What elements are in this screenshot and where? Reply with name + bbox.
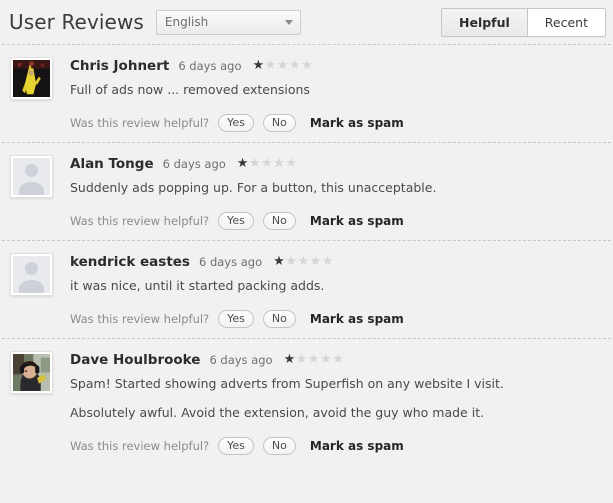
review-meta: kendrick eastes 6 days ago ★ ★ ★ ★ ★ [70, 253, 613, 270]
star-empty-icon: ★ [297, 254, 310, 269]
review-item: Alan Tonge 6 days ago ★ ★ ★ ★ ★ Suddenly ads po… [0, 143, 613, 240]
avatar [10, 351, 53, 394]
review-timestamp: 6 days ago [178, 58, 242, 73]
avatar [10, 57, 53, 100]
star-filled-icon: ★ [252, 58, 265, 73]
avatar [10, 155, 53, 198]
language-select[interactable]: English [155, 9, 301, 35]
helpful-no-button[interactable]: No [262, 309, 296, 328]
chevron-down-icon [284, 19, 293, 25]
mark-as-spam-link[interactable]: Mark as spam [310, 312, 404, 326]
review-body: Chris Johnert 6 days ago ★ ★ ★ ★ ★ Full of ads … [70, 56, 613, 132]
avatar [10, 253, 53, 296]
review-text: Suddenly ads popping up. For a button, t… [70, 180, 437, 195]
star-empty-icon: ★ [320, 352, 333, 367]
helpful-row: Was this review helpful? Yes No Mark as spa… [70, 436, 613, 455]
star-empty-icon: ★ [288, 58, 302, 73]
review-meta: Dave Houlbrooke 6 days ago ★ ★ ★ ★ ★ [70, 351, 613, 368]
helpful-no-button[interactable]: No [262, 211, 296, 230]
review-item: Dave Houlbrooke 6 days ago ★ ★ ★ ★ ★ Spam! Star… [0, 339, 613, 465]
page-title: User Reviews [9, 10, 144, 34]
review-author[interactable]: Dave Houlbrooke [70, 352, 200, 368]
helpful-question: Was this review helpful? [70, 115, 210, 130]
helpful-row: Was this review helpful? Yes No Mark as spa… [70, 309, 613, 328]
star-empty-icon: ★ [321, 254, 334, 269]
review-list: Chris Johnert 6 days ago ★ ★ ★ ★ ★ Full of ads … [0, 45, 613, 465]
helpful-yes-button[interactable]: Yes [218, 211, 254, 230]
review-timestamp: 6 days ago [209, 352, 273, 367]
star-rating: ★ ★ ★ ★ ★ [252, 59, 313, 72]
mark-as-spam-link[interactable]: Mark as spam [310, 116, 404, 130]
helpful-yes-button[interactable]: Yes [218, 113, 254, 132]
star-empty-icon: ★ [307, 352, 321, 367]
avatar-image [13, 60, 50, 97]
review-text: Full of ads now ... removed extensions [70, 82, 310, 97]
helpful-yes-button[interactable]: Yes [218, 309, 254, 328]
star-empty-icon: ★ [332, 352, 345, 367]
review-meta: Alan Tonge 6 days ago ★ ★ ★ ★ ★ [70, 155, 613, 172]
review-text: it was nice, until it started packing ad… [70, 278, 325, 293]
star-empty-icon: ★ [261, 156, 274, 171]
sort-recent-button[interactable]: Recent [526, 8, 605, 36]
star-empty-icon: ★ [276, 58, 289, 73]
review-item: kendrick eastes 6 days ago ★ ★ ★ ★ ★ it was nic… [0, 241, 613, 338]
star-filled-icon: ★ [283, 352, 296, 367]
review-body: Dave Houlbrooke 6 days ago ★ ★ ★ ★ ★ Spam! Star… [70, 350, 613, 455]
review-author[interactable]: kendrick eastes [70, 254, 190, 270]
star-empty-icon: ★ [309, 254, 322, 269]
review-timestamp: 6 days ago [198, 254, 263, 269]
helpful-row: Was this review helpful? Yes No Mark as spa… [70, 211, 613, 230]
helpful-no-button[interactable]: No [262, 113, 296, 132]
helpful-question: Was this review helpful? [70, 311, 210, 326]
review-author[interactable]: Alan Tonge [70, 156, 154, 172]
review-body: kendrick eastes 6 days ago ★ ★ ★ ★ ★ it was nic… [70, 252, 613, 328]
helpful-yes-button[interactable]: Yes [218, 436, 254, 455]
star-empty-icon: ★ [264, 58, 277, 73]
review-meta: Chris Johnert 6 days ago ★ ★ ★ ★ ★ [70, 57, 613, 74]
helpful-no-button[interactable]: No [262, 436, 296, 455]
mark-as-spam-link[interactable]: Mark as spam [310, 439, 404, 453]
star-empty-icon: ★ [301, 58, 314, 73]
helpful-question: Was this review helpful? [70, 438, 210, 453]
sort-toggle-group: Helpful Recent [441, 7, 606, 37]
avatar-image [13, 158, 50, 195]
review-timestamp: 6 days ago [162, 156, 226, 171]
star-filled-icon: ★ [236, 156, 249, 171]
review-body: Alan Tonge 6 days ago ★ ★ ★ ★ ★ Suddenly ads po… [70, 154, 613, 230]
language-select-value: English [164, 15, 209, 29]
review-author[interactable]: Chris Johnert [70, 58, 169, 74]
star-rating: ★ ★ ★ ★ ★ [273, 255, 334, 268]
user-reviews-page: User Reviews English Helpful Recent Chri… [0, 0, 613, 503]
reviews-header: User Reviews English Helpful Recent [0, 0, 613, 44]
star-empty-icon: ★ [295, 352, 308, 367]
star-empty-icon: ★ [285, 156, 298, 171]
star-rating: ★ ★ ★ ★ ★ [237, 157, 298, 170]
review-text: Spam! Started showing adverts from Super… [70, 376, 504, 391]
star-filled-icon: ★ [273, 254, 286, 269]
sort-helpful-button[interactable]: Helpful [442, 8, 527, 36]
avatar-image [13, 256, 50, 293]
mark-as-spam-link[interactable]: Mark as spam [310, 214, 404, 228]
star-rating: ★ ★ ★ ★ ★ [284, 353, 345, 366]
star-empty-icon: ★ [285, 254, 298, 269]
review-text: Absolutely awful. Avoid the extension, a… [70, 405, 485, 420]
helpful-question: Was this review helpful? [70, 213, 210, 228]
helpful-row: Was this review helpful? Yes No Mark as spa… [70, 113, 613, 132]
star-empty-icon: ★ [248, 156, 262, 171]
star-empty-icon: ★ [273, 156, 286, 171]
avatar-image [13, 354, 50, 391]
review-item: Chris Johnert 6 days ago ★ ★ ★ ★ ★ Full of ads … [0, 45, 613, 142]
